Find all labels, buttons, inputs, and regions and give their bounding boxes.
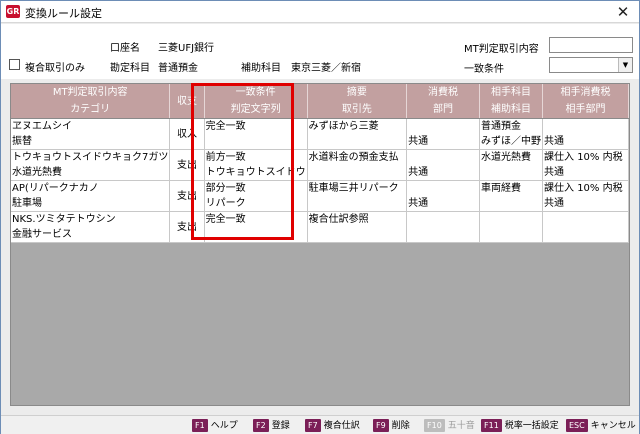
cell-partner-tax[interactable]: 課仕入 10% 内税 共通 (542, 149, 629, 181)
cell-tax[interactable]: 共通 (406, 180, 481, 212)
subject-label: 勘定科目 (110, 63, 150, 74)
mt-content-input[interactable] (549, 37, 633, 53)
cell-account[interactable]: 普通預金 みずほ／中野 (479, 118, 544, 150)
cell-partner-tax[interactable]: 共通 (542, 118, 629, 150)
close-button[interactable]: ✕ (613, 2, 633, 22)
cell-partner-tax[interactable]: 課仕入 10% 内税 共通 (542, 180, 629, 212)
cell-match[interactable]: 部分一致 リパーク (204, 180, 308, 212)
cell-content[interactable]: ヱヌエムシイ 振替 (11, 118, 171, 150)
cell-account[interactable]: 水道光熱費 (479, 149, 544, 181)
header-match[interactable]: 一致条件 判定文字列 (204, 84, 308, 119)
header-partner-tax[interactable]: 相手消費税 相手部門 (542, 84, 629, 119)
cell-content[interactable]: NKS.ツミタテトウシン 金融サービス (11, 211, 171, 243)
window-title: 変換ルール設定 (25, 7, 102, 20)
function-key-bar: F1 ヘルプ F2 登録 F7 複合仕訳 F9 削除 F10 五十音 F11 税率一括設定 … (1, 415, 639, 434)
cell-tax[interactable] (406, 211, 481, 243)
header-summary[interactable]: 摘要 取引先 (307, 84, 408, 119)
esc-cancel-button[interactable]: ESC キャンセル (566, 419, 636, 432)
cell-content[interactable]: AP(リパークナカノ 駐車場 (11, 180, 171, 212)
account-value: 三菱UFJ銀行 (158, 43, 215, 54)
table-header-row: MT判定取引内容 カテゴリ 収支 一致条件 判定文字列 摘要 取引先 消費税 部門 相手… (11, 84, 629, 119)
table-row[interactable]: トウキョウトスイドウキョク7ガツ 水道光熱費 支出 前方一致 トウキョウトスイドウ … (11, 149, 629, 181)
cell-type[interactable]: 収入 (169, 118, 205, 150)
match-condition-select[interactable]: ▼ (549, 57, 633, 73)
header-type[interactable]: 収支 (169, 84, 205, 119)
aux-subject-label: 補助科目 (241, 63, 281, 74)
rules-grid: MT判定取引内容 カテゴリ 収支 一致条件 判定文字列 摘要 取引先 消費税 部門 相手… (10, 83, 630, 406)
cell-summary[interactable]: 駐車場三井リパーク (307, 180, 408, 212)
cell-tax[interactable]: 共通 (406, 149, 481, 181)
cell-summary[interactable]: 複合仕訳参照 (307, 211, 408, 243)
cell-match[interactable]: 前方一致 トウキョウトスイドウ (204, 149, 308, 181)
f9-delete-button[interactable]: F9 削除 (373, 419, 410, 432)
table-row[interactable]: ヱヌエムシイ 振替 収入 完全一致 みずほから三菱 共通 普通預金 みずほ／中野 共… (11, 118, 629, 150)
f11-tax-rate-button[interactable]: F11 税率一括設定 (481, 419, 559, 432)
f1-help-button[interactable]: F1 ヘルプ (192, 419, 238, 432)
table-row[interactable]: NKS.ツミタテトウシン 金融サービス 支出 完全一致 複合仕訳参照 (11, 211, 629, 243)
account-label: 口座名 (110, 43, 140, 54)
mt-content-label: MT判定取引内容 (464, 44, 539, 55)
rule-settings-window: GR 変換ルール設定 ✕ 口座名 三菱UFJ銀行 複合取引のみ 勘定科目 普通預… (0, 0, 640, 434)
cell-summary[interactable]: みずほから三菱 (307, 118, 408, 150)
cell-type[interactable]: 支出 (169, 211, 205, 243)
filter-form: 口座名 三菱UFJ銀行 複合取引のみ 勘定科目 普通預金 補助科目 東京三菱／新… (1, 24, 639, 79)
compound-only-checkbox[interactable] (9, 59, 20, 70)
cell-match[interactable]: 完全一致 (204, 118, 308, 150)
cell-account[interactable]: 車両経費 (479, 180, 544, 212)
cell-summary[interactable]: 水道料金の預金支払 (307, 149, 408, 181)
rules-table: MT判定取引内容 カテゴリ 収支 一致条件 判定文字列 摘要 取引先 消費税 部門 相手… (11, 84, 629, 243)
subject-value: 普通預金 (158, 63, 198, 74)
app-icon: GR (6, 5, 20, 18)
header-mt-content[interactable]: MT判定取引内容 カテゴリ (11, 84, 171, 119)
cell-match[interactable]: 完全一致 (204, 211, 308, 243)
header-tax[interactable]: 消費税 部門 (406, 84, 481, 119)
f10-syllabary-button[interactable]: F10 五十音 (424, 419, 475, 432)
cell-type[interactable]: 支出 (169, 149, 205, 181)
compound-only-label: 複合取引のみ (25, 63, 85, 74)
title-bar: GR 変換ルール設定 ✕ (1, 1, 639, 23)
table-row[interactable]: AP(リパークナカノ 駐車場 支出 部分一致 リパーク 駐車場三井リパーク 共通 車… (11, 180, 629, 212)
cell-tax[interactable]: 共通 (406, 118, 481, 150)
header-account[interactable]: 相手科目 補助科目 (479, 84, 544, 119)
cell-partner-tax[interactable] (542, 211, 629, 243)
cell-content[interactable]: トウキョウトスイドウキョク7ガツ 水道光熱費 (11, 149, 171, 181)
cell-type[interactable]: 支出 (169, 180, 205, 212)
f7-compound-button[interactable]: F7 複合仕訳 (305, 419, 360, 432)
aux-subject-value: 東京三菱／新宿 (291, 63, 361, 74)
dropdown-arrow-icon[interactable]: ▼ (618, 58, 632, 72)
f2-register-button[interactable]: F2 登録 (253, 419, 290, 432)
cell-account[interactable] (479, 211, 544, 243)
match-condition-label: 一致条件 (464, 64, 504, 75)
